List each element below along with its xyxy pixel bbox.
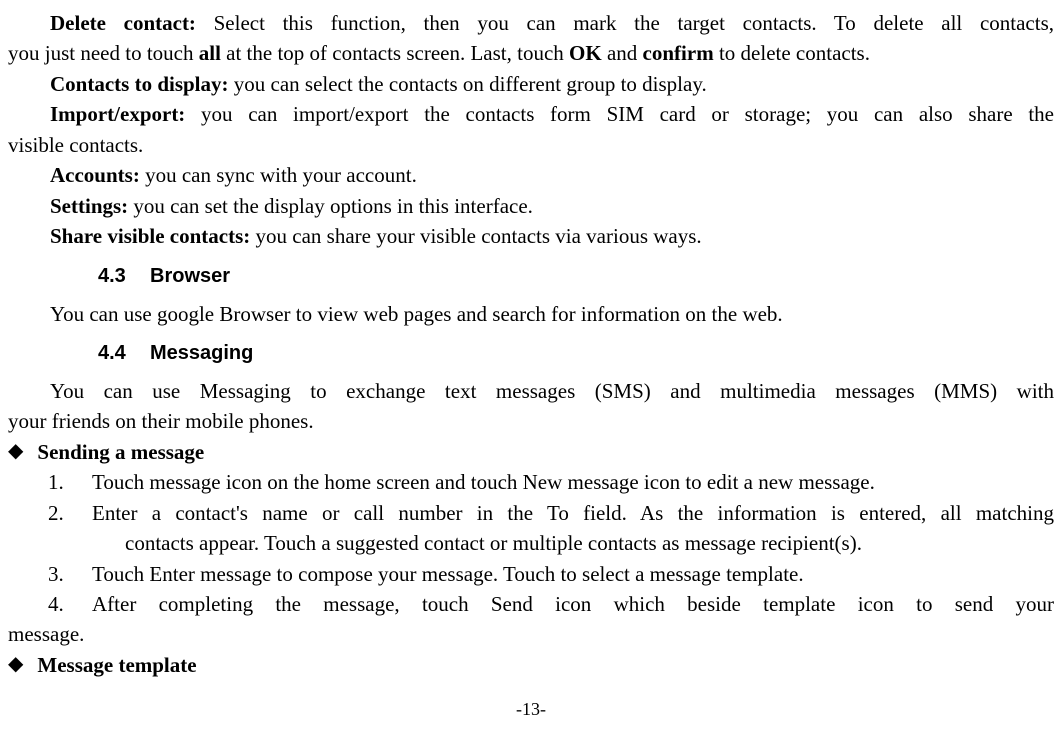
bullet-label: Message template [37,650,196,680]
diamond-icon: ◆ [8,650,23,679]
label-delete-contact: Delete contact: [50,11,196,35]
text: visible contacts. [8,130,1054,160]
paragraph-messaging: You can use Messaging to exchange text m… [8,376,1054,437]
page-number: -13- [0,696,1062,722]
text: you can sync with your account. [140,163,417,187]
paragraph-settings: Settings: you can set the display option… [8,191,1054,221]
item-number: 4. [48,589,92,619]
item-text: After completing the message, touch Send… [92,589,1054,619]
text: You can use Messaging to exchange text m… [8,376,1054,406]
paragraph-share-visible: Share visible contacts: you can share yo… [8,221,1054,251]
text: and [602,41,643,65]
item-text-cont: message. [8,619,1054,649]
label-ok: OK [569,41,602,65]
heading-messaging: 4.4Messaging [98,339,1054,368]
heading-number: 4.4 [98,339,150,368]
list-item: 2. Enter a contact's name or call number… [48,498,1054,528]
bullet-label: Sending a message [37,437,204,467]
item-text-cont: contacts appear. Touch a suggested conta… [125,528,1054,558]
numbered-list: 1. Touch message icon on the home screen… [48,467,1054,619]
item-text: Touch message icon on the home screen an… [92,467,1054,497]
heading-browser: 4.3Browser [98,262,1054,291]
label-confirm: confirm [643,41,714,65]
text: Select this function, then you can mark … [196,11,1054,35]
text: you can select the contacts on different… [229,72,707,96]
item-text: Touch Enter message to compose your mess… [92,559,1054,589]
bullet-sending-message: ◆ Sending a message [8,437,1054,467]
text: you just need to touch [8,41,199,65]
paragraph-delete-contact: Delete contact: Select this function, th… [8,8,1054,69]
item-number: 3. [48,559,92,589]
text: you can import/export the contacts form … [185,102,1054,126]
heading-title: Browser [150,265,230,287]
bullet-message-template: ◆ Message template [8,650,1054,680]
label-all: all [199,41,221,65]
label-contacts-display: Contacts to display: [50,72,229,96]
paragraph-contacts-display: Contacts to display: you can select the … [8,69,1054,99]
list-item: 1. Touch message icon on the home screen… [48,467,1054,497]
heading-number: 4.3 [98,262,150,291]
heading-title: Messaging [150,342,253,364]
label-share-visible: Share visible contacts: [50,224,250,248]
paragraph-browser: You can use google Browser to view web p… [8,299,1054,329]
list-item: 3. Touch Enter message to compose your m… [48,559,1054,589]
item-number: 2. [48,498,92,528]
text: you can share your visible contacts via … [250,224,701,248]
text: to delete contacts. [714,41,870,65]
text: your friends on their mobile phones. [8,406,1054,436]
item-number: 1. [48,467,92,497]
text: at the top of contacts screen. Last, tou… [221,41,569,65]
label-settings: Settings: [50,194,128,218]
text: you can set the display options in this … [128,194,533,218]
document-page: Delete contact: Select this function, th… [8,8,1054,680]
paragraph-import-export: Import/export: you can import/export the… [8,99,1054,160]
label-import-export: Import/export: [50,102,185,126]
diamond-icon: ◆ [8,437,23,466]
paragraph-accounts: Accounts: you can sync with your account… [8,160,1054,190]
label-accounts: Accounts: [50,163,140,187]
list-item: 4. After completing the message, touch S… [48,589,1054,619]
item-text: Enter a contact's name or call number in… [92,498,1054,528]
